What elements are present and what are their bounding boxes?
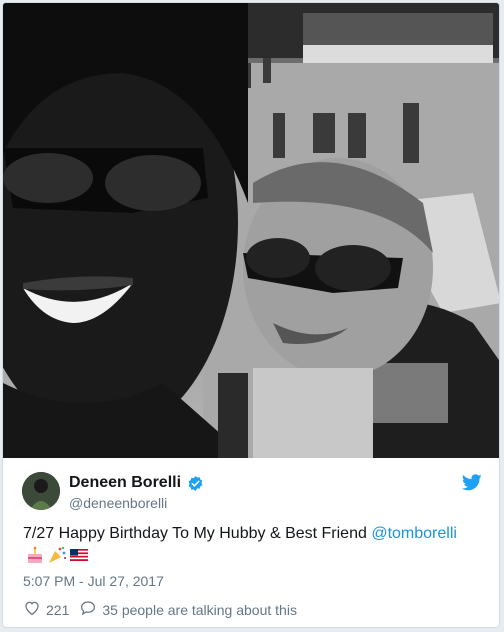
- tweet-text-body: 7/27 Happy Birthday To My Hubby & Best F…: [23, 525, 372, 542]
- conversation-text: 35 people are talking about this: [102, 601, 297, 618]
- user-handle[interactable]: @deneenborelli: [69, 495, 167, 511]
- like-action[interactable]: 221: [23, 599, 69, 620]
- party-popper-icon: [47, 546, 67, 564]
- like-count: 221: [46, 601, 70, 618]
- birthday-cake-icon: [25, 546, 45, 564]
- speech-bubble-icon[interactable]: [79, 599, 97, 620]
- tweet-actions: 221 35 people are talking about this: [23, 599, 297, 620]
- name-row: Deneen Borelli: [69, 474, 204, 492]
- heart-icon[interactable]: [23, 599, 41, 620]
- verified-icon: [187, 475, 204, 492]
- mention-link[interactable]: @tomborelli: [371, 525, 457, 542]
- tweet-card[interactable]: Deneen Borelli @deneenborelli 7/27 Happy…: [2, 2, 500, 628]
- us-flag-icon: [69, 546, 89, 564]
- display-name[interactable]: Deneen Borelli: [69, 474, 181, 492]
- tweet-timestamp[interactable]: 5:07 PM - Jul 27, 2017: [23, 573, 164, 589]
- tweet-text: 7/27 Happy Birthday To My Hubby & Best F…: [23, 523, 483, 545]
- conversation-action[interactable]: 35 people are talking about this: [79, 599, 297, 620]
- tweet-photo[interactable]: [3, 3, 499, 458]
- tweet-header: Deneen Borelli @deneenborelli: [3, 458, 499, 518]
- avatar[interactable]: [22, 472, 60, 510]
- emoji-row: [25, 546, 89, 564]
- twitter-bird-icon[interactable]: [461, 474, 482, 491]
